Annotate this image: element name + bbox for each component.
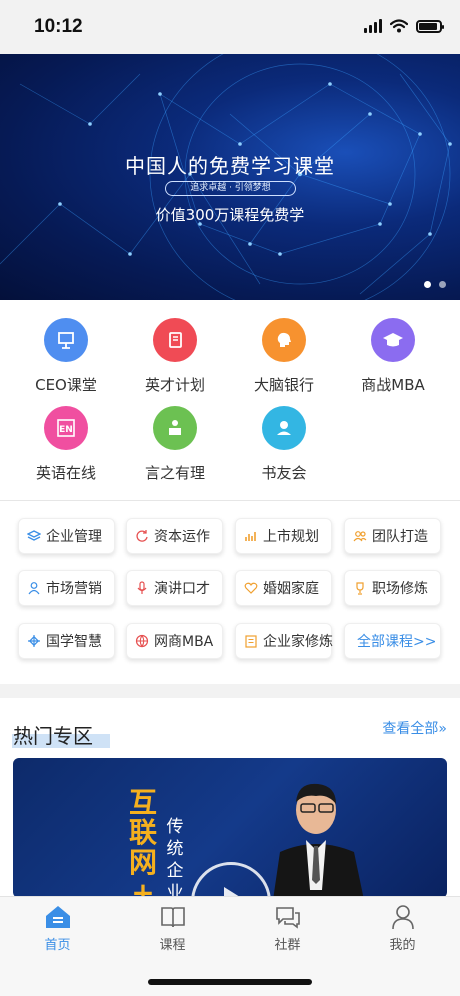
chip-ipo-planning[interactable]: 上市规划 (235, 518, 332, 554)
category-label: 英语在线 (35, 464, 96, 482)
chip-label: 企业管理 (46, 529, 102, 545)
brain-head-icon (262, 318, 306, 362)
promo-banner[interactable]: 中国人的免费学习课堂 追求卓越 · 引领梦想 价值300万课程免费学 (0, 54, 460, 300)
tab-label: 社群 (274, 938, 301, 953)
status-time: 10:12 (34, 16, 83, 37)
hot-section-title: 热门专区 (13, 724, 93, 748)
reading-group-icon (262, 406, 306, 450)
category-label: 书友会 (261, 464, 307, 482)
tab-community[interactable]: 社群 (230, 897, 345, 956)
en-icon: EN (44, 406, 88, 450)
chip-team-building[interactable]: 团队打造 (344, 518, 441, 554)
speaker-podium-icon (153, 406, 197, 450)
book-icon (153, 318, 197, 362)
open-book-icon (115, 903, 230, 931)
carousel-indicator (424, 281, 446, 288)
wifi-icon (390, 19, 408, 33)
presentation-board-icon (44, 318, 88, 362)
course-card-subtitle: 传统企业 (166, 817, 184, 898)
document-icon (244, 634, 258, 648)
cellular-signal-icon (364, 19, 382, 33)
category-book-club[interactable]: 书友会 (229, 406, 339, 483)
chat-bubbles-icon (230, 903, 345, 931)
globe-icon (135, 634, 149, 648)
profile-icon (345, 903, 460, 931)
category-talent-plan[interactable]: 英才计划 (120, 318, 230, 395)
course-card-headline: 互联网 + (128, 786, 157, 899)
chip-label: 团队打造 (372, 529, 428, 545)
banner-title: 中国人的免费学习课堂 (125, 154, 335, 178)
category-mba[interactable]: 商战MBA (338, 318, 448, 395)
tab-courses[interactable]: 课程 (115, 897, 230, 956)
banner-subtitle: 价值300万课程免费学 (155, 206, 305, 224)
tab-mine[interactable]: 我的 (345, 897, 460, 956)
section-gap (0, 684, 460, 698)
chip-sinology-wisdom[interactable]: 国学智慧 (18, 623, 115, 659)
home-indicator-area (0, 956, 460, 996)
chip-ecommerce-mba[interactable]: 网商MBA (126, 623, 223, 659)
chip-label: 市场营销 (46, 581, 102, 597)
category-label: CEO课堂 (35, 376, 97, 394)
banner-slogan: 追求卓越 · 引领梦想 (165, 181, 296, 196)
category-brain-bank[interactable]: 大脑银行 (229, 318, 339, 395)
chip-marketing[interactable]: 市场营销 (18, 570, 115, 606)
section-divider (0, 500, 460, 501)
category-ceo-classroom[interactable]: CEO课堂 (11, 318, 121, 395)
play-button[interactable] (191, 862, 271, 898)
chip-label: 资本运作 (154, 529, 210, 545)
battery-icon (416, 19, 444, 33)
chip-label: 网商MBA (154, 634, 214, 650)
status-icons (364, 19, 444, 33)
trophy-icon (353, 581, 367, 595)
chip-label: 国学智慧 (46, 634, 102, 650)
home-icon (0, 903, 115, 931)
status-bar: 10:12 (0, 0, 460, 54)
chip-label: 全部课程>> (357, 634, 437, 650)
home-indicator[interactable] (148, 979, 312, 985)
chip-label: 演讲口才 (154, 581, 210, 597)
chip-label: 企业家修炼 (263, 634, 333, 650)
category-grid: CEO课堂 英才计划 大脑银行 商战MBA EN 英语在线 言之有理 书友会 (0, 300, 460, 500)
category-english-online[interactable]: EN 英语在线 (11, 406, 121, 483)
bar-chart-icon (244, 529, 258, 543)
team-icon (353, 529, 367, 543)
refresh-icon (135, 529, 149, 543)
svg-text:EN: EN (59, 425, 73, 435)
see-all-link[interactable]: 查看全部» (382, 718, 447, 738)
chip-public-speaking[interactable]: 演讲口才 (126, 570, 223, 606)
tab-label: 课程 (159, 938, 186, 953)
tab-label: 我的 (389, 938, 416, 953)
category-label: 言之有理 (144, 464, 205, 482)
carousel-dot[interactable] (424, 281, 431, 288)
chip-entrepreneur-training[interactable]: 企业家修炼 (235, 623, 333, 659)
hot-course-card[interactable]: 互联网 + 传统企业 (13, 758, 447, 898)
chip-label: 上市规划 (263, 529, 319, 545)
tab-home[interactable]: 首页 (0, 897, 115, 956)
chip-capital-operation[interactable]: 资本运作 (126, 518, 223, 554)
category-label: 英才计划 (144, 376, 205, 394)
microphone-icon (135, 581, 149, 595)
speaker-portrait (273, 783, 364, 898)
chip-label: 职场修炼 (372, 581, 428, 597)
topic-chip-grid: 企业管理 资本运作 上市规划 团队打造 市场营销 演讲口才 婚姻家庭 职场修炼 … (0, 502, 460, 684)
layers-icon (27, 529, 41, 543)
user-icon (27, 581, 41, 595)
chip-enterprise-management[interactable]: 企业管理 (18, 518, 115, 554)
chip-career-training[interactable]: 职场修炼 (344, 570, 441, 606)
heart-icon (244, 581, 258, 595)
category-speech[interactable]: 言之有理 (120, 406, 230, 483)
knot-icon (27, 634, 41, 648)
chip-marriage-family[interactable]: 婚姻家庭 (235, 570, 332, 606)
graduation-cap-icon (371, 318, 415, 362)
bottom-tab-bar: 首页 课程 社群 我的 (0, 896, 460, 956)
category-label: 商战MBA (361, 376, 425, 394)
all-courses-button[interactable]: 全部课程>> (344, 623, 441, 659)
tab-label: 首页 (44, 938, 71, 953)
category-label: 大脑银行 (253, 376, 314, 394)
chip-label: 婚姻家庭 (263, 581, 319, 597)
carousel-dot[interactable] (439, 281, 446, 288)
